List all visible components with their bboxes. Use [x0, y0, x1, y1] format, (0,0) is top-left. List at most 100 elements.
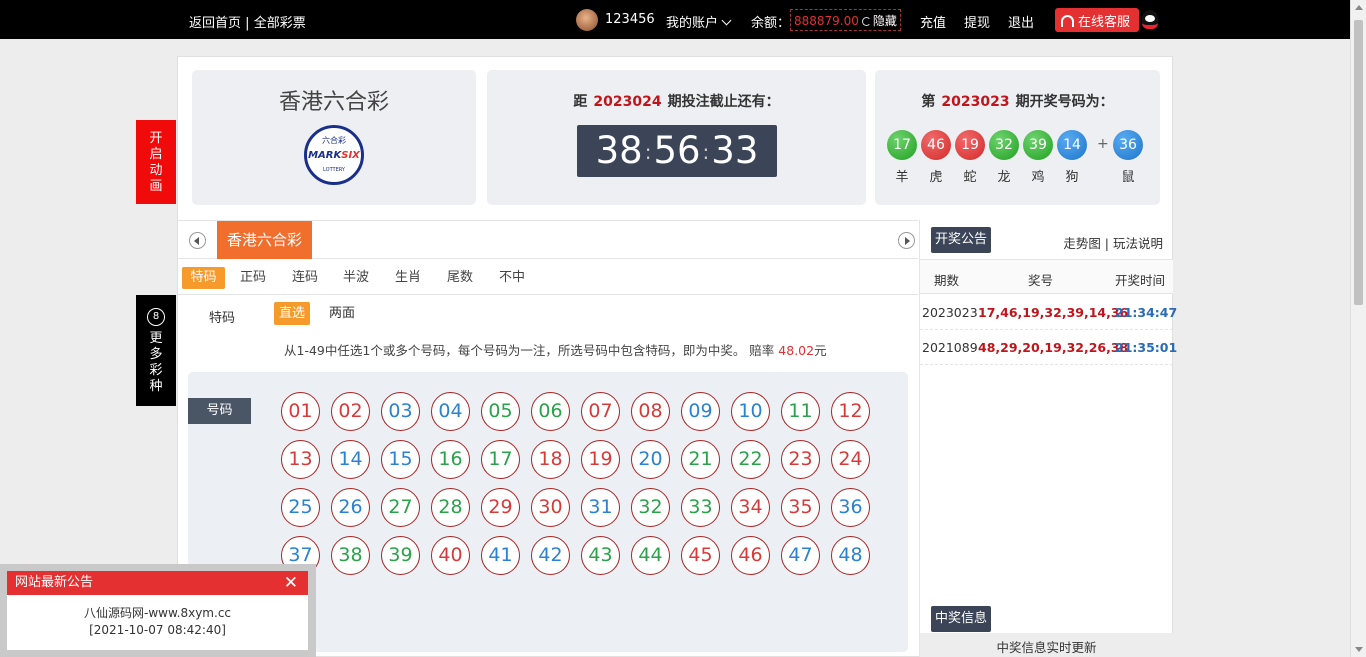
number-ball[interactable]: 41 — [481, 536, 520, 575]
number-ball[interactable]: 13 — [281, 440, 320, 479]
trend-and-rules-links[interactable]: 走势图 | 玩法说明 — [1063, 233, 1163, 252]
scroll-up-icon[interactable] — [1355, 5, 1363, 10]
toggle-animation-button[interactable]: 开 启 动 画 — [136, 120, 176, 204]
home-link[interactable]: 返回首页 — [189, 16, 241, 31]
username[interactable]: 123456 — [605, 12, 655, 27]
avatar[interactable] — [576, 9, 598, 31]
number-ball[interactable]: 03 — [381, 392, 420, 431]
zodiac-label: 虎 — [929, 170, 943, 185]
logout-link[interactable]: 退出 — [1008, 12, 1034, 31]
number-ball[interactable]: 29 — [481, 488, 520, 527]
countdown-minutes: 56 — [653, 129, 701, 172]
side-char: 启 — [149, 147, 163, 162]
number-ball[interactable]: 07 — [581, 392, 620, 431]
number-ball[interactable]: 11 — [781, 392, 820, 431]
number-ball[interactable]: 42 — [531, 536, 570, 575]
draw-announcement-button[interactable]: 开奖公告 — [931, 227, 991, 253]
tab-play-type[interactable]: 连码 — [285, 267, 325, 289]
number-label: 号码 — [188, 398, 251, 424]
mark-six-logo: 六合彩 MARKSIX LOTTERY — [304, 125, 364, 185]
more-lottery-button[interactable]: 8 更 多 彩 种 — [136, 295, 176, 406]
number-ball[interactable]: 45 — [681, 536, 720, 575]
scroll-down-icon[interactable] — [1355, 647, 1363, 652]
number-ball[interactable]: 26 — [331, 488, 370, 527]
number-ball[interactable]: 28 — [431, 488, 470, 527]
number-ball[interactable]: 08 — [631, 392, 670, 431]
logo-text-main: MARKSIX — [307, 150, 361, 161]
withdraw-link[interactable]: 提现 — [964, 12, 990, 31]
number-ball[interactable]: 43 — [581, 536, 620, 575]
number-ball[interactable]: 12 — [831, 392, 870, 431]
number-ball[interactable]: 32 — [631, 488, 670, 527]
number-ball[interactable]: 05 — [481, 392, 520, 431]
number-ball[interactable]: 30 — [531, 488, 570, 527]
tab-play-type[interactable]: 正码 — [233, 267, 273, 289]
number-ball[interactable]: 48 — [831, 536, 870, 575]
col-issue: 期数 — [934, 273, 960, 288]
number-ball[interactable]: 24 — [831, 440, 870, 479]
tab-play-type[interactable]: 尾数 — [440, 267, 480, 289]
number-ball[interactable]: 20 — [631, 440, 670, 479]
game-selector-bar: 香港六合彩 — [178, 220, 918, 259]
page-scrollbar[interactable] — [1350, 0, 1366, 657]
row-numbers: 17,46,19,32,39,14,36 — [978, 305, 1129, 320]
close-icon[interactable]: ✕ — [284, 571, 298, 595]
number-ball[interactable]: 09 — [681, 392, 720, 431]
number-ball[interactable]: 47 — [781, 536, 820, 575]
table-row: 2021089 48,29,20,19,32,26,38 21:35:01 — [920, 330, 1177, 365]
number-ball[interactable]: 02 — [331, 392, 370, 431]
number-ball[interactable]: 14 — [331, 440, 370, 479]
hide-balance-button[interactable]: 隐藏 — [873, 14, 897, 28]
number-ball[interactable]: 36 — [831, 488, 870, 527]
recharge-link[interactable]: 充值 — [920, 12, 946, 31]
number-ball[interactable]: 46 — [731, 536, 770, 575]
number-ball[interactable]: 01 — [281, 392, 320, 431]
number-ball[interactable]: 04 — [431, 392, 470, 431]
refresh-icon[interactable] — [861, 17, 871, 26]
next-arrow-icon[interactable] — [898, 232, 915, 249]
tab-play-type[interactable]: 生肖 — [388, 267, 428, 289]
number-ball[interactable]: 38 — [331, 536, 370, 575]
number-ball[interactable]: 06 — [531, 392, 570, 431]
number-ball[interactable]: 27 — [381, 488, 420, 527]
number-ball[interactable]: 31 — [581, 488, 620, 527]
prev-arrow-icon[interactable] — [189, 232, 206, 249]
tab-play-type[interactable]: 半波 — [336, 267, 376, 289]
number-ball[interactable]: 16 — [431, 440, 470, 479]
number-ball[interactable]: 40 — [431, 536, 470, 575]
number-ball[interactable]: 39 — [381, 536, 420, 575]
countdown-pre: 距 — [573, 94, 588, 110]
number-ball[interactable]: 21 — [681, 440, 720, 479]
results-panel: 开奖公告 走势图 | 玩法说明 期数 奖号 开奖时间 2023023 17,46… — [919, 220, 1177, 657]
countdown-seconds: 33 — [711, 129, 759, 172]
number-ball[interactable]: 25 — [281, 488, 320, 527]
row-time: 21:34:47 — [1115, 305, 1178, 320]
number-ball[interactable]: 17 — [481, 440, 520, 479]
number-ball[interactable]: 44 — [631, 536, 670, 575]
side-char: 种 — [149, 379, 163, 394]
number-ball[interactable]: 10 — [731, 392, 770, 431]
number-ball[interactable]: 33 — [681, 488, 720, 527]
scrollbar-thumb[interactable] — [1354, 20, 1363, 305]
game-tab-active[interactable]: 香港六合彩 — [217, 221, 312, 259]
number-ball[interactable]: 35 — [781, 488, 820, 527]
winning-info-button[interactable]: 中奖信息 — [931, 606, 991, 632]
tab-play-type[interactable]: 特码 — [182, 267, 225, 289]
chevron-down-icon — [721, 15, 732, 26]
announcement-body[interactable]: 八仙源码网-www.8xym.cc [2021-10-07 08:42:40] — [7, 595, 308, 639]
announcement-popup: 网站最新公告 ✕ 八仙源码网-www.8xym.cc [2021-10-07 08… — [0, 564, 316, 657]
number-ball[interactable]: 23 — [781, 440, 820, 479]
number-ball[interactable]: 19 — [581, 440, 620, 479]
option-direct[interactable]: 直选 — [274, 302, 310, 325]
all-lottery-link[interactable]: 全部彩票 — [254, 16, 306, 31]
tab-play-type[interactable]: 不中 — [492, 267, 532, 289]
online-service-button[interactable]: 在线客服 — [1055, 8, 1139, 32]
number-ball[interactable]: 22 — [731, 440, 770, 479]
qq-icon[interactable] — [1142, 10, 1158, 29]
my-account-menu[interactable]: 我的账户 — [666, 12, 732, 31]
balance-box: 888879.00 隐藏 — [790, 9, 901, 31]
number-ball[interactable]: 15 — [381, 440, 420, 479]
number-ball[interactable]: 18 — [531, 440, 570, 479]
number-ball[interactable]: 34 — [731, 488, 770, 527]
option-both-sides[interactable]: 两面 — [325, 302, 359, 325]
